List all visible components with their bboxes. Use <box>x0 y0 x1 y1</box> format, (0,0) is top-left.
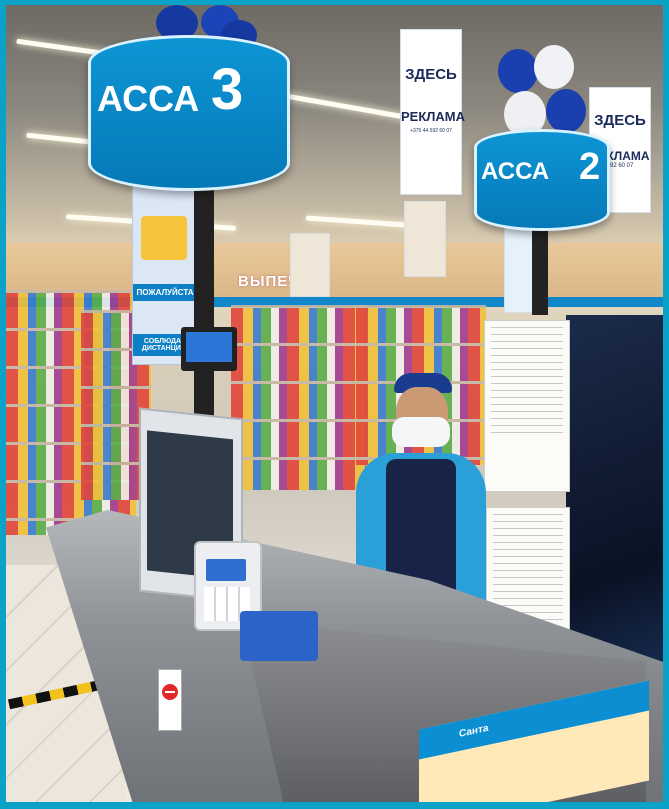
face-mask <box>392 417 450 447</box>
kassa-pole <box>194 155 214 425</box>
balloon <box>534 45 574 89</box>
ad-poster-phone: +375 44 592 60 07 <box>410 128 452 134</box>
kassa-sign-2: АССА 2 <box>474 129 610 231</box>
sale-poster <box>504 223 534 313</box>
food-poster <box>290 233 330 297</box>
menu-brand: Санта <box>459 722 489 740</box>
banner-top-text: ПОЖАЛУЙСТА <box>133 284 197 301</box>
ad-poster: ЗДЕСЬ РЕКЛАМА +375 44 592 60 07 <box>400 29 466 195</box>
ad-poster-line1: ЗДЕСЬ <box>405 66 457 83</box>
no-entry-icon <box>162 684 178 700</box>
price-list <box>484 320 570 492</box>
balloon <box>498 49 538 93</box>
ad-poster-line2: РЕКЛАМА <box>401 109 466 124</box>
no-entry-sign <box>158 669 182 731</box>
display-screen <box>186 332 232 362</box>
kassa-number: 2 <box>579 146 601 188</box>
photo-frame: ВЫПЕЧ ЗДЕСЬ РЕКЛАМА +375 44 592 60 07 ЗД… <box>6 5 663 802</box>
kassa-label: АССА <box>481 158 550 185</box>
card-image <box>141 216 187 260</box>
ad-poster-right-line1: ЗДЕСЬ <box>594 112 646 129</box>
customer-display <box>181 327 237 371</box>
kassa-label: АССА <box>97 78 200 119</box>
kassa-number: 3 <box>211 57 244 122</box>
terminal-screen <box>206 559 246 581</box>
scanner <box>240 611 318 661</box>
food-poster <box>404 201 446 277</box>
kassa-sign-3: АССА 3 <box>88 35 290 191</box>
shelf <box>231 305 366 490</box>
store-checkout-photo: ВЫПЕЧ ЗДЕСЬ РЕКЛАМА +375 44 592 60 07 ЗД… <box>0 0 669 809</box>
balloon <box>546 89 586 133</box>
